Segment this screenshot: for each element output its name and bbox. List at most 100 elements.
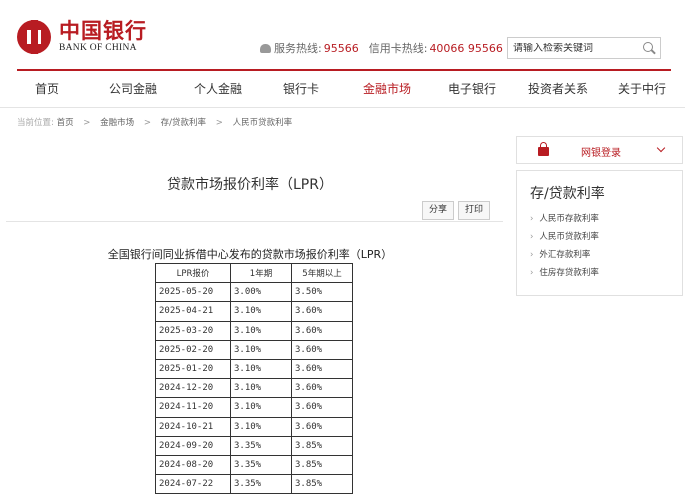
nav-item-about[interactable]: 关于中行	[618, 80, 666, 97]
nav-item-corporate[interactable]: 公司金融	[109, 80, 157, 97]
row-date: 2024-11-20	[155, 397, 231, 418]
print-button[interactable]: 打印	[458, 201, 491, 220]
row-1-year-rate: 3.00%	[230, 282, 292, 303]
header-5-year: 5年期以上	[291, 262, 353, 284]
lpr-table: LPR报价 1年期 5年期以上 2025-05-20 3.00% 3.50% 202…	[155, 262, 353, 495]
row-date: 2025-05-20	[155, 282, 231, 303]
row-date: 2024-08-20	[155, 454, 231, 476]
row-5-year-rate: 3.60%	[291, 397, 353, 418]
card-hotline-label: 信用卡热线:	[368, 42, 428, 55]
table-row: 2024-10-21 3.10% 3.60%	[155, 416, 353, 437]
sidebar-panel: 存/贷款利率 › 人民币存款利率 › 人民币贷款利率 › 外汇存款利率 › 住房存贷款利…	[516, 170, 683, 296]
table-caption: 全国银行间同业拆借中心发布的贷款市场报价利率（LPR）	[107, 248, 393, 261]
breadcrumb-markets[interactable]: 金融市场	[100, 118, 134, 128]
row-date: 2025-03-20	[155, 320, 231, 341]
sidebar-title: 存/贷款利率	[530, 186, 605, 202]
nav-item-cards[interactable]: 银行卡	[283, 80, 319, 97]
row-5-year-rate: 3.60%	[291, 320, 353, 341]
row-1-year-rate: 3.10%	[230, 339, 292, 360]
header-lpr-date: LPR报价	[155, 262, 231, 284]
breadcrumb-prefix: 当前位置:	[17, 118, 54, 128]
bullet-icon: ›	[530, 232, 534, 242]
breadcrumb-separator-icon: >	[215, 118, 223, 128]
breadcrumb-separator-icon: >	[83, 118, 91, 128]
table-row: 2025-01-20 3.10% 3.60%	[155, 358, 353, 380]
row-1-year-rate: 3.35%	[230, 454, 292, 476]
hotline-info: 服务热线: 95566 信用卡热线: 40066 95566	[260, 40, 513, 56]
row-date: 2025-01-20	[155, 358, 231, 380]
row-1-year-rate: 3.10%	[230, 397, 292, 418]
nav-item-investors[interactable]: 投资者关系	[528, 80, 588, 97]
row-5-year-rate: 3.60%	[291, 416, 353, 437]
sidebar-item-fx-deposit[interactable]: › 外汇存款利率	[530, 248, 590, 260]
nav-item-home[interactable]: 首页	[35, 80, 59, 97]
row-date: 2024-10-21	[155, 416, 231, 437]
row-1-year-rate: 3.10%	[230, 358, 292, 380]
search-input[interactable]	[513, 42, 638, 54]
nav-divider	[0, 107, 685, 108]
sidebar-item-rmb-loan[interactable]: › 人民币贷款利率	[530, 230, 599, 242]
bullet-icon: ›	[530, 250, 534, 260]
header-divider	[17, 69, 671, 71]
nav-item-ebanking[interactable]: 电子银行	[448, 80, 496, 97]
logo-english-name: BANK OF CHINA	[59, 43, 137, 53]
online-banking-login-button[interactable]: 网银登录	[516, 136, 683, 164]
table-row: 2025-03-20 3.10% 3.60%	[155, 320, 353, 341]
table-header-row: LPR报价 1年期 5年期以上	[155, 262, 353, 284]
row-5-year-rate: 3.50%	[291, 282, 353, 303]
table-row: 2024-07-22 3.35% 3.85%	[155, 474, 353, 495]
table-row: 2025-05-20 3.00% 3.50%	[155, 282, 353, 303]
main-nav: 首页 公司金融 个人金融 银行卡 金融市场 电子银行 投资者关系 关于中行	[17, 80, 671, 100]
search-box	[507, 37, 661, 59]
content-divider	[6, 221, 503, 222]
breadcrumb: 当前位置: 首页 > 金融市场 > 存/贷款利率 > 人民币贷款利率	[17, 116, 292, 128]
share-button[interactable]: 分享	[422, 201, 455, 220]
table-row: 2025-02-20 3.10% 3.60%	[155, 339, 353, 360]
row-5-year-rate: 3.60%	[291, 339, 353, 360]
row-date: 2024-09-20	[155, 435, 231, 456]
table-row: 2024-08-20 3.35% 3.85%	[155, 454, 353, 476]
row-1-year-rate: 3.35%	[230, 435, 292, 456]
sidebar-item-label: 人民币贷款利率	[539, 232, 599, 242]
online-banking-login-label: 网银登录	[581, 148, 621, 159]
row-1-year-rate: 3.10%	[230, 378, 292, 399]
sidebar-item-rmb-deposit[interactable]: › 人民币存款利率	[530, 212, 599, 224]
row-1-year-rate: 3.10%	[230, 416, 292, 437]
row-5-year-rate: 3.85%	[291, 454, 353, 476]
row-date: 2024-12-20	[155, 378, 231, 399]
bank-logo-mark-icon	[17, 20, 51, 54]
sidebar-item-housing-rates[interactable]: › 住房存贷款利率	[530, 266, 599, 278]
row-5-year-rate: 3.60%	[291, 358, 353, 380]
header-1-year: 1年期	[230, 262, 292, 284]
table-row: 2025-04-21 3.10% 3.60%	[155, 301, 353, 322]
nav-item-markets[interactable]: 金融市场	[363, 80, 411, 97]
chevron-down-icon[interactable]	[656, 143, 666, 153]
breadcrumb-home[interactable]: 首页	[57, 118, 74, 128]
sidebar-item-label: 外汇存款利率	[539, 250, 591, 260]
bank-logo[interactable]: 中国银行 BANK OF CHINA	[17, 20, 147, 54]
sidebar-item-label: 人民币存款利率	[539, 214, 599, 224]
article-tools: 分享 打印	[422, 201, 494, 220]
row-1-year-rate: 3.10%	[230, 301, 292, 322]
phone-icon	[260, 43, 271, 53]
search-icon[interactable]	[643, 42, 653, 52]
row-5-year-rate: 3.85%	[291, 435, 353, 456]
table-row: 2024-11-20 3.10% 3.60%	[155, 397, 353, 418]
breadcrumb-current: 人民币贷款利率	[232, 118, 293, 128]
row-date: 2024-07-22	[155, 474, 231, 495]
row-5-year-rate: 3.60%	[291, 378, 353, 399]
service-hotline-number: 95566	[323, 41, 359, 55]
logo-chinese-name: 中国银行	[59, 18, 147, 43]
row-5-year-rate: 3.60%	[291, 301, 353, 322]
row-date: 2025-02-20	[155, 339, 231, 360]
service-hotline-label: 服务热线:	[274, 42, 322, 55]
bullet-icon: ›	[530, 214, 534, 224]
row-5-year-rate: 3.85%	[291, 474, 353, 495]
page-title: 贷款市场报价利率（LPR）	[167, 177, 333, 193]
row-date: 2025-04-21	[155, 301, 231, 322]
breadcrumb-separator-icon: >	[143, 118, 151, 128]
row-1-year-rate: 3.35%	[230, 474, 292, 495]
breadcrumb-rates[interactable]: 存/贷款利率	[161, 118, 206, 128]
table-row: 2024-12-20 3.10% 3.60%	[155, 378, 353, 399]
nav-item-personal[interactable]: 个人金融	[194, 80, 242, 97]
